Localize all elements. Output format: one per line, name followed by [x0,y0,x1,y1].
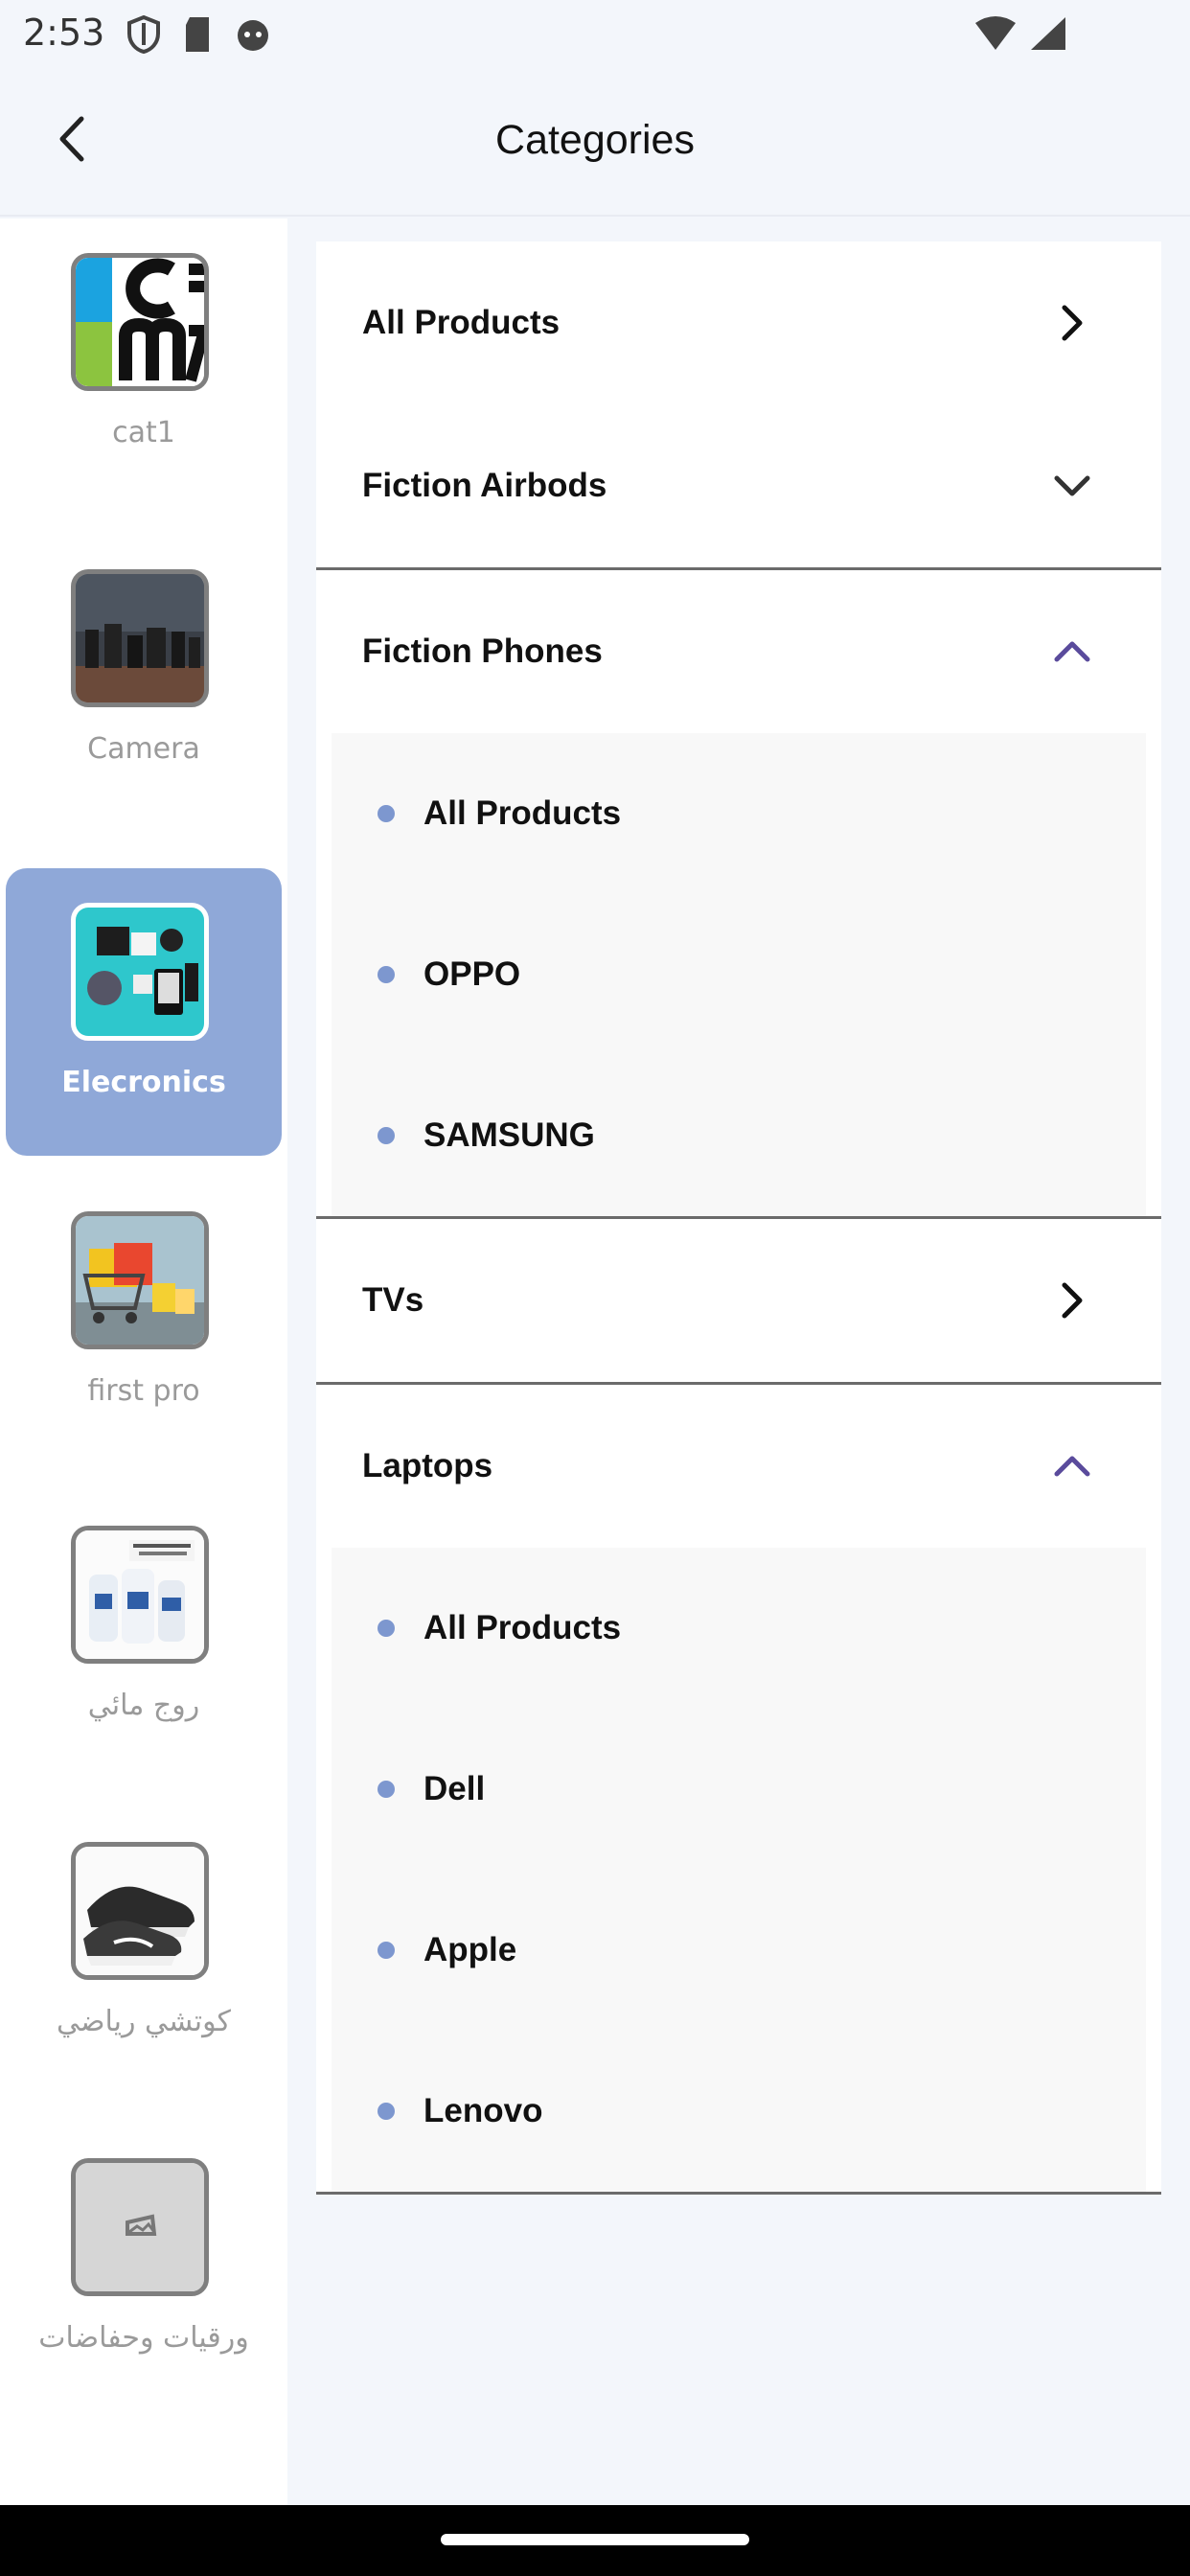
subitem-label: SAMSUNG [423,1116,595,1154]
category-row-tvs[interactable]: TVs [316,1219,1161,1382]
cellular-signal-icon [1027,15,1067,58]
category-row-label: Fiction Phones [362,632,603,670]
category-row-label: Laptops [362,1447,493,1484]
category-row-label: All Products [362,304,561,341]
bullet-icon [378,1942,395,1959]
category-thumbnail [71,1526,209,1664]
bullet-icon [378,2103,395,2120]
category-thumbnail [71,1842,209,1980]
category-sidebar: cat1 Camera Elecronics first pro روج مائ… [0,218,287,2505]
status-time: 2:53 [23,12,105,54]
subitem-all-products[interactable]: All Products [332,733,1146,894]
category-thumbnail [71,2158,209,2296]
sidebar-item-elecronics[interactable]: Elecronics [6,868,282,1156]
category-row-all-products[interactable]: All Products [316,242,1161,404]
bullet-icon [378,805,395,822]
category-thumbnail [71,569,209,707]
sidebar-item-label: ورقيات وحفاضات [38,2321,249,2355]
category-thumbnail [71,253,209,391]
chevron-right-icon [1050,1278,1094,1322]
category-row-fiction-airbods[interactable]: Fiction Airbods [316,404,1161,567]
sidebar-item-rouge[interactable]: روج مائي [6,1491,282,1779]
sidebar-item-cat1[interactable]: cat1 [6,218,282,506]
sidebar-item-paper-diapers[interactable]: ورقيات وحفاضات [6,2124,282,2411]
bullet-icon [378,1781,395,1798]
chevron-down-icon [1050,464,1094,508]
subitem-label: All Products [423,794,622,832]
bullet-icon [378,966,395,983]
category-row-label: TVs [362,1281,424,1319]
sidebar-item-label: كوتشي رياضي [57,2005,231,2038]
sidebar-item-label: cat1 [112,416,175,449]
shield-icon [126,14,161,58]
subitem-label: OPPO [423,955,521,993]
home-indicator[interactable] [441,2534,749,2545]
sidebar-item-sneakers[interactable]: كوتشي رياضي [6,1807,282,2095]
navigation-bar [0,2505,1190,2576]
subitem-label: Apple [423,1931,517,1968]
category-row-label: Fiction Airbods [362,467,607,504]
subitem-label: Lenovo [423,2092,543,2129]
android-debug-icon [234,15,272,58]
sidebar-item-camera[interactable]: Camera [6,535,282,822]
sd-card-icon [182,15,213,58]
divider [316,2192,1161,2195]
subitem-label: Dell [423,1770,486,1807]
subitem-apple[interactable]: Apple [332,1870,1146,2031]
laptops-subitems: All Products Dell Apple Lenovo [316,1548,1161,2192]
status-bar: 2:53 [0,0,1190,69]
page-title: Categories [495,117,695,163]
sidebar-item-label: first pro [87,1374,200,1408]
chevron-up-icon [1050,1444,1094,1488]
sidebar-item-first-pro[interactable]: first pro [6,1177,282,1464]
subitem-lenovo[interactable]: Lenovo [332,2031,1146,2192]
subcategory-list: All Products Fiction Airbods Fiction Pho… [316,242,1161,2195]
subitem-all-products[interactable]: All Products [332,1548,1146,1709]
bullet-icon [378,1620,395,1637]
subitem-oppo[interactable]: OPPO [332,894,1146,1055]
status-system-icons [973,15,1067,58]
status-notification-icons [126,14,272,58]
sidebar-item-label: Elecronics [61,1066,226,1099]
chevron-right-icon [1050,301,1094,345]
subitem-dell[interactable]: Dell [332,1709,1146,1870]
wifi-icon [973,15,1018,58]
category-row-laptops[interactable]: Laptops [316,1385,1161,1548]
category-row-fiction-phones[interactable]: Fiction Phones [316,570,1161,733]
category-thumbnail [71,1211,209,1349]
fiction-phones-subitems: All Products OPPO SAMSUNG [316,733,1161,1216]
subitem-label: All Products [423,1609,622,1646]
subitem-samsung[interactable]: SAMSUNG [332,1055,1146,1216]
app-bar: Categories [0,69,1190,217]
bullet-icon [378,1127,395,1144]
chevron-up-icon [1050,630,1094,674]
sidebar-item-label: Camera [87,732,200,766]
sidebar-item-label: روج مائي [87,1689,200,1722]
category-thumbnail [71,903,209,1041]
